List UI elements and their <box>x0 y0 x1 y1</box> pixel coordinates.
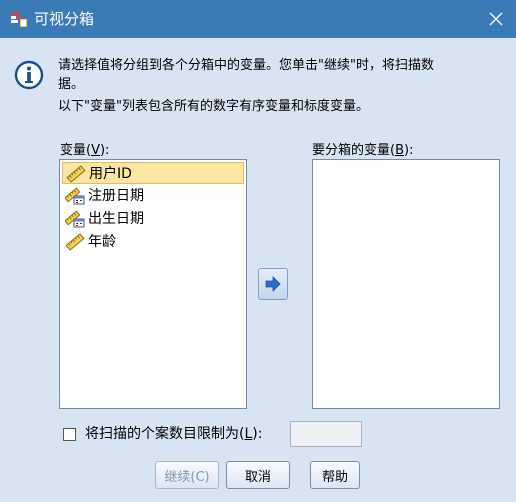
variables-to-bin-label: 要分箱的变量(B): <box>312 143 413 159</box>
variables-label: 变量(V): <box>60 143 109 159</box>
info-text-line: 请选择值将分组到各个分箱中的变量。您单击"继续"时，将扫描数 <box>58 58 434 73</box>
variable-name: 用户ID <box>89 166 132 182</box>
variables-label-text: 变量( <box>60 143 92 158</box>
list-item[interactable]: 注册日期 <box>62 185 244 207</box>
variables-label-key: V <box>91 143 100 158</box>
move-to-target-button[interactable] <box>258 268 288 300</box>
date-scale-icon <box>65 210 85 228</box>
list-item[interactable]: 年龄 <box>62 231 244 253</box>
arrow-right-icon <box>265 276 281 292</box>
title-bar[interactable]: 可视分箱 <box>0 0 516 38</box>
variables-to-bin-label-key: B <box>395 143 404 158</box>
close-button[interactable] <box>476 0 516 38</box>
help-button[interactable]: 帮助 <box>310 461 360 489</box>
limit-cases-label-end: ): <box>252 426 263 442</box>
info-text-line: 以下"变量"列表包含所有的数字有序变量和标度变量。 <box>58 99 369 114</box>
info-icon <box>14 60 44 90</box>
continue-button[interactable]: 继续(C) <box>155 461 219 489</box>
limit-cases-checkbox[interactable] <box>63 428 76 441</box>
date-scale-icon <box>65 187 85 205</box>
visual-binning-dialog: 可视分箱 请选择值将分组到各个分箱中的变量。您单击"继续"时，将扫描数 据。 以… <box>0 0 516 502</box>
variable-name: 注册日期 <box>88 188 144 204</box>
limit-cases-input[interactable] <box>290 421 362 447</box>
close-icon <box>489 12 503 26</box>
limit-cases-label[interactable]: 将扫描的个案数目限制为(L): <box>85 426 262 443</box>
variable-name: 年龄 <box>88 234 116 250</box>
limit-cases-label-text: 将扫描的个案数目限制为( <box>85 426 245 442</box>
variables-label-end: ): <box>99 143 110 158</box>
ruler-scale-icon <box>66 165 86 183</box>
list-item[interactable]: 用户ID <box>62 162 244 184</box>
variables-to-bin-list[interactable] <box>312 159 500 409</box>
variables-list[interactable]: 用户ID 注册日期 出生日期 年龄 <box>59 159 247 409</box>
variables-to-bin-label-text: 要分箱的变量( <box>312 143 396 158</box>
info-text-line: 据。 <box>58 77 85 92</box>
list-item[interactable]: 出生日期 <box>62 208 244 230</box>
cancel-button[interactable]: 取消 <box>226 461 290 489</box>
window-title: 可视分箱 <box>34 10 95 28</box>
app-icon <box>11 12 27 27</box>
ruler-scale-icon <box>65 233 85 251</box>
variables-to-bin-label-end: ): <box>404 143 414 158</box>
variable-name: 出生日期 <box>88 211 144 227</box>
